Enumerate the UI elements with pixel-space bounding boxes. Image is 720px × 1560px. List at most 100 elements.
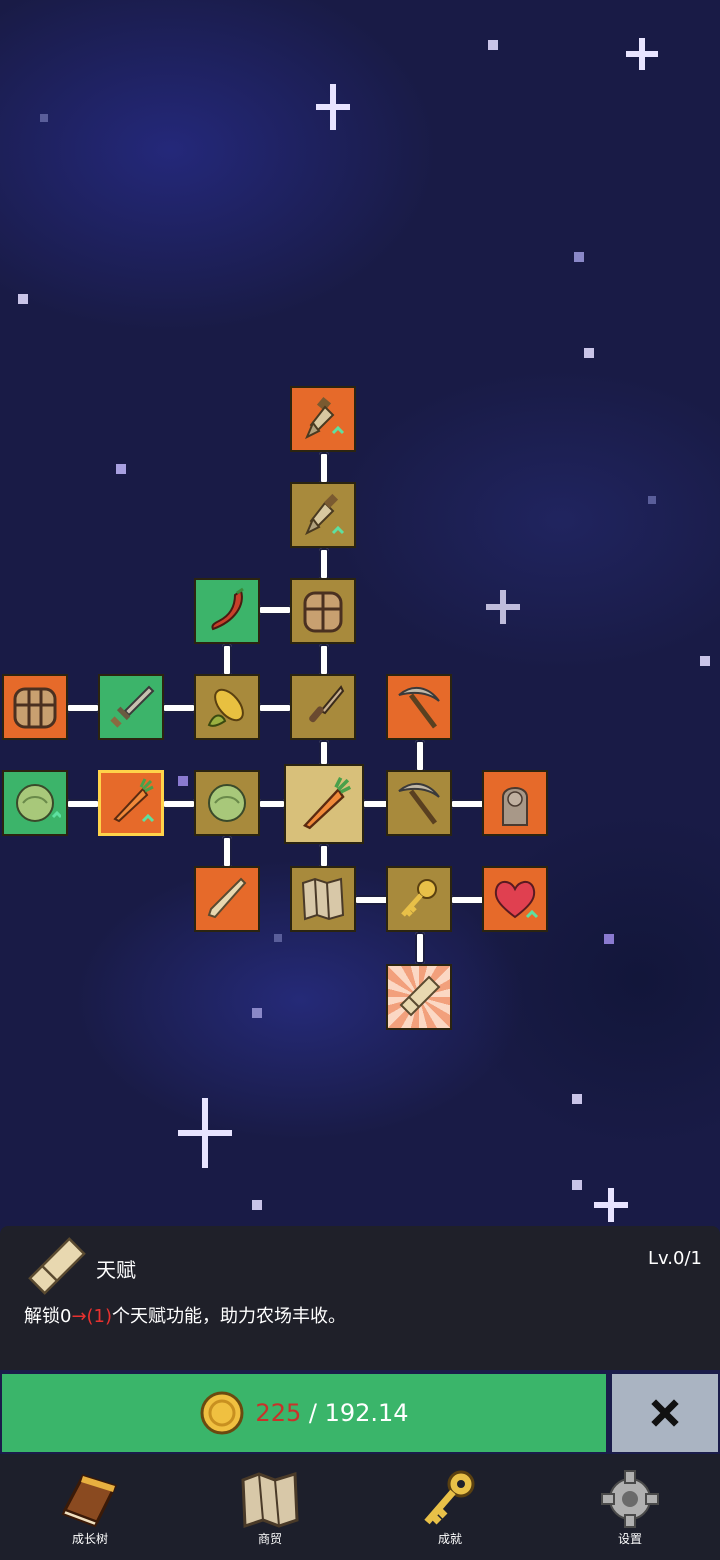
talent-node-cabbage-left[interactable] [2,770,68,836]
cost-separator: / [301,1399,325,1427]
close-button[interactable] [612,1374,718,1452]
scroll-icon [399,975,441,1017]
nav-item-growth-tree[interactable]: 成长树 [30,1466,150,1556]
backpack-icon [13,687,57,729]
talent-node-carrot-root[interactable] [284,764,364,844]
nav-item-achievements[interactable]: 成就 [390,1466,510,1556]
shovel-icon [305,396,345,440]
connector [222,644,232,676]
heart-icon [494,881,539,919]
nav-item-trade[interactable]: 商贸 [210,1466,330,1556]
unlock-button[interactable]: 225 / 192.14 [2,1374,606,1452]
star [572,1094,582,1104]
connector [450,799,486,809]
connector [319,548,329,580]
talent-node-scroll[interactable] [386,964,452,1030]
star [604,934,614,944]
talent-info-panel [0,1226,720,1370]
current-coins: 225 [255,1399,302,1427]
bone-icon [207,877,247,919]
star [648,496,656,504]
connector [450,895,486,905]
nav-label: 设置 [617,1532,642,1546]
star [252,1200,262,1210]
connector [258,703,292,713]
star [700,656,710,666]
talent-node-map[interactable] [290,866,356,932]
corn-icon [207,688,244,727]
pickaxe-icon [398,686,440,729]
key-icon [401,879,437,917]
desc-prefix: 解锁0 [24,1306,72,1327]
connector [354,895,390,905]
bottom-nav: 成长树 商贸 成就 设置 [0,1454,720,1560]
nav-label: 商贸 [257,1532,282,1546]
connector [319,452,329,484]
talent-node-pepper[interactable] [194,578,260,644]
connector [415,932,425,964]
star [274,934,282,942]
knife-icon [309,685,345,723]
connector [319,644,329,676]
connector [162,799,196,809]
talent-node-shovel[interactable] [290,482,356,548]
star [584,348,594,358]
talent-node-key[interactable] [386,866,452,932]
connector [258,605,292,615]
cabbage-icon [16,784,61,822]
carrot-icon [302,776,352,830]
connector [222,836,232,868]
talent-node-heart[interactable] [482,866,548,932]
connector [162,703,196,713]
talent-node-carrot-selected[interactable] [98,770,164,836]
talent-node-pickaxe[interactable] [386,770,452,836]
talent-node-cabbage[interactable] [194,770,260,836]
statue-icon [502,787,528,826]
talent-node-backpack-left[interactable] [2,674,68,740]
shovel-icon [305,493,345,536]
star [252,1008,262,1018]
talent-node-statue[interactable] [482,770,548,836]
cabbage-icon [208,784,246,822]
connector [66,703,100,713]
connector [415,740,425,772]
star [488,40,498,50]
key-icon [424,1470,475,1525]
talent-tree-background [0,0,720,1230]
connector [319,844,329,868]
talent-node-sword[interactable] [98,674,164,740]
star [178,776,188,786]
connector [66,799,100,809]
star [116,464,126,474]
nav-label: 成就 [437,1532,462,1546]
backpack-icon [303,591,343,633]
star [574,252,584,262]
close-icon [651,1399,679,1427]
map-icon [241,1472,299,1529]
nav-label: 成长树 [71,1532,108,1546]
talent-node-pickaxe-top[interactable] [386,674,452,740]
sparkle-star [594,1188,628,1222]
connector [319,740,329,766]
sparkle-star [626,38,658,70]
talent-description: 解锁0→(1)个天赋功能，助力农场丰收。 [24,1302,346,1328]
unlock-cost: 192.14 [324,1399,409,1427]
pickaxe-icon [398,782,440,825]
talent-node-knife[interactable] [290,674,356,740]
map-icon [301,877,345,921]
gear-icon [601,1470,659,1528]
book-icon [61,1474,118,1528]
talent-level: Lv.0/1 [648,1248,702,1269]
sparkle-star [178,1098,232,1168]
talent-node-backpack[interactable] [290,578,356,644]
star [18,294,28,304]
talent-node-corn[interactable] [194,674,260,740]
desc-arrow: →(1) [71,1306,113,1327]
talent-title: 天赋 [96,1258,136,1282]
talent-node-shovel-top[interactable] [290,386,356,452]
talent-node-bone[interactable] [194,866,260,932]
nav-item-settings[interactable]: 设置 [570,1466,690,1556]
chili-pepper-icon [211,587,244,631]
star [572,1180,582,1190]
carrot-icon [113,778,155,823]
